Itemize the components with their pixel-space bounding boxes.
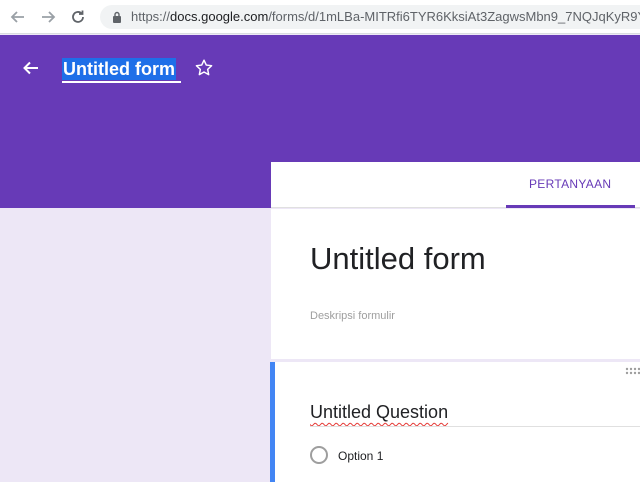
tab-questions[interactable]: PERTANYAAN (529, 177, 611, 191)
question-title-underline (310, 426, 640, 427)
lock-icon (113, 11, 121, 23)
address-bar[interactable]: https://docs.google.com/forms/d/1mLBa-MI… (100, 5, 640, 29)
radio-option-icon[interactable] (310, 446, 328, 464)
url-host: docs.google.com (170, 9, 269, 24)
url-path: /forms/d/1mLBa-MITRfi6TYR6KksiAt3ZagwsMb… (268, 9, 640, 24)
browser-back-icon[interactable] (8, 7, 28, 27)
form-name-input[interactable]: Untitled form (62, 57, 181, 83)
star-icon[interactable] (193, 57, 215, 79)
url-text: https://docs.google.com/forms/d/1mLBa-MI… (131, 9, 640, 24)
form-title-card: Untitled form Deskripsi formulir (271, 209, 640, 359)
form-title[interactable]: Untitled form (310, 241, 486, 277)
reload-icon[interactable] (68, 7, 88, 27)
active-tab-indicator (506, 205, 635, 208)
question-title-input[interactable]: Untitled Question (310, 402, 448, 423)
question-card[interactable]: Untitled Question Option 1 (270, 362, 640, 482)
browser-forward-icon[interactable] (38, 7, 58, 27)
back-arrow-icon[interactable] (20, 57, 42, 79)
form-name-text: Untitled form (62, 58, 176, 80)
url-prefix: https:// (131, 9, 171, 24)
option-label[interactable]: Option 1 (338, 449, 383, 463)
browser-toolbar: https://docs.google.com/forms/d/1mLBa-MI… (0, 0, 640, 34)
form-description-field[interactable]: Deskripsi formulir (310, 310, 395, 322)
drag-handle-icon[interactable] (625, 367, 640, 375)
tabs-bar: PERTANYAAN (271, 162, 640, 208)
